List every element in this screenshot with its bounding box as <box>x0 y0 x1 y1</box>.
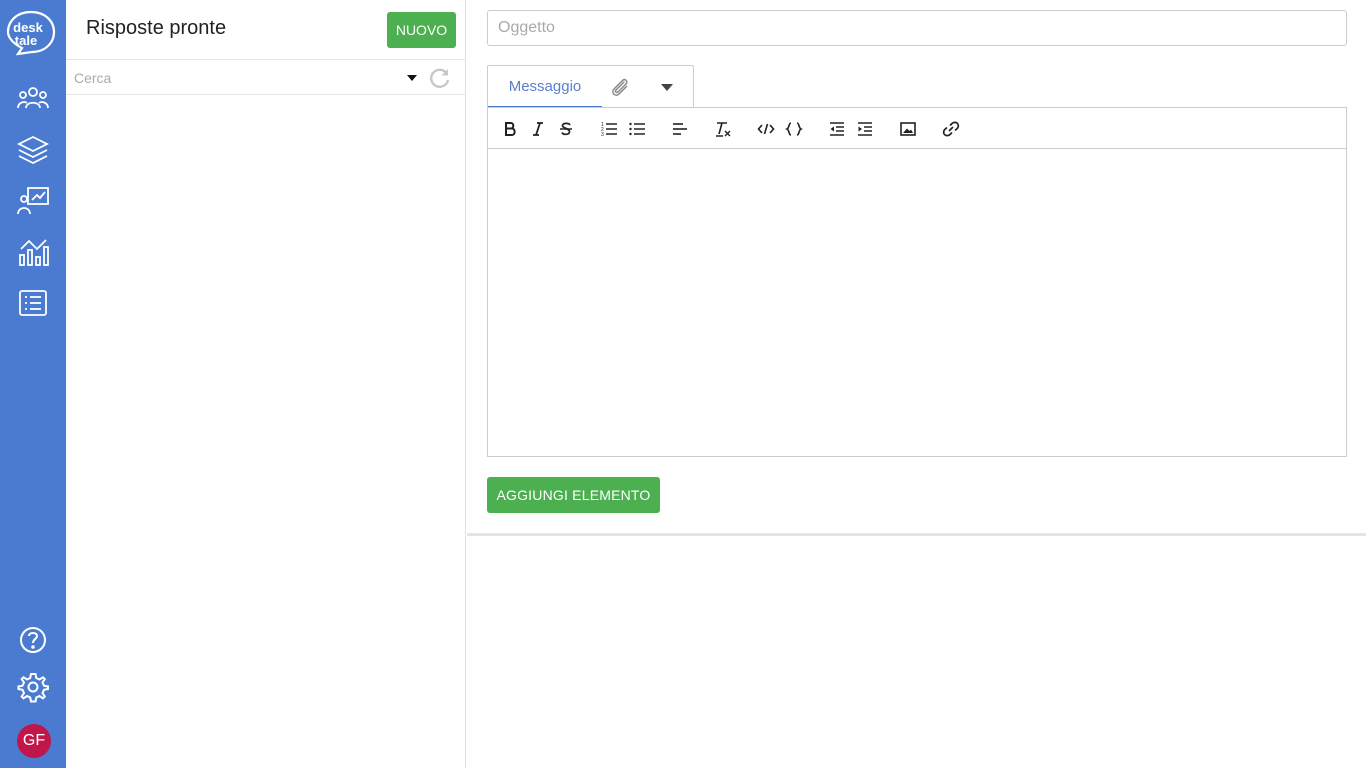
users-icon[interactable] <box>13 79 53 119</box>
divider <box>467 533 1366 536</box>
presentation-chart-icon[interactable] <box>13 181 53 221</box>
rich-text-editor: 123 <box>487 107 1347 457</box>
chevron-down-icon[interactable] <box>407 75 417 81</box>
image-icon[interactable] <box>897 118 919 140</box>
editor-body[interactable] <box>488 149 1346 456</box>
paperclip-icon[interactable] <box>608 76 632 100</box>
new-button[interactable]: NUOVO <box>387 12 456 48</box>
refresh-icon[interactable] <box>428 66 452 90</box>
list-icon[interactable] <box>13 283 53 323</box>
italic-icon[interactable] <box>527 118 549 140</box>
tab-message[interactable]: Messaggio <box>488 66 602 108</box>
code-block-icon[interactable] <box>783 118 805 140</box>
panel-title: Risposte pronte <box>86 17 227 39</box>
sidebar-rail: desk tale GF <box>0 0 66 768</box>
layers-icon[interactable] <box>13 130 53 170</box>
chevron-down-icon[interactable] <box>661 84 673 91</box>
svg-text:3: 3 <box>601 132 604 138</box>
avatar[interactable]: GF <box>17 724 51 758</box>
logo-text-tale: tale <box>15 33 37 48</box>
gear-icon[interactable] <box>13 667 53 707</box>
bold-icon[interactable] <box>499 118 521 140</box>
desktale-logo[interactable]: desk tale <box>6 10 56 56</box>
ordered-list-icon[interactable]: 123 <box>598 118 620 140</box>
editor-area: Messaggio 123 <box>467 0 1366 768</box>
search-row <box>66 59 466 95</box>
indent-icon[interactable] <box>854 118 876 140</box>
code-icon[interactable] <box>755 118 777 140</box>
editor-tabs: Messaggio <box>487 65 694 108</box>
analytics-icon[interactable] <box>13 232 53 272</box>
align-left-icon[interactable] <box>669 118 691 140</box>
strikethrough-icon[interactable] <box>555 118 577 140</box>
search-input[interactable] <box>74 68 394 88</box>
add-element-button[interactable]: AGGIUNGI ELEMENTO <box>487 477 660 513</box>
bullet-list-icon[interactable] <box>626 118 648 140</box>
subject-input[interactable] <box>487 10 1347 46</box>
editor-toolbar: 123 <box>488 108 1346 149</box>
link-icon[interactable] <box>940 118 962 140</box>
outdent-icon[interactable] <box>826 118 848 140</box>
canned-responses-panel: Risposte pronte NUOVO <box>66 0 466 768</box>
help-icon[interactable] <box>13 620 53 660</box>
clear-format-icon[interactable] <box>712 118 734 140</box>
